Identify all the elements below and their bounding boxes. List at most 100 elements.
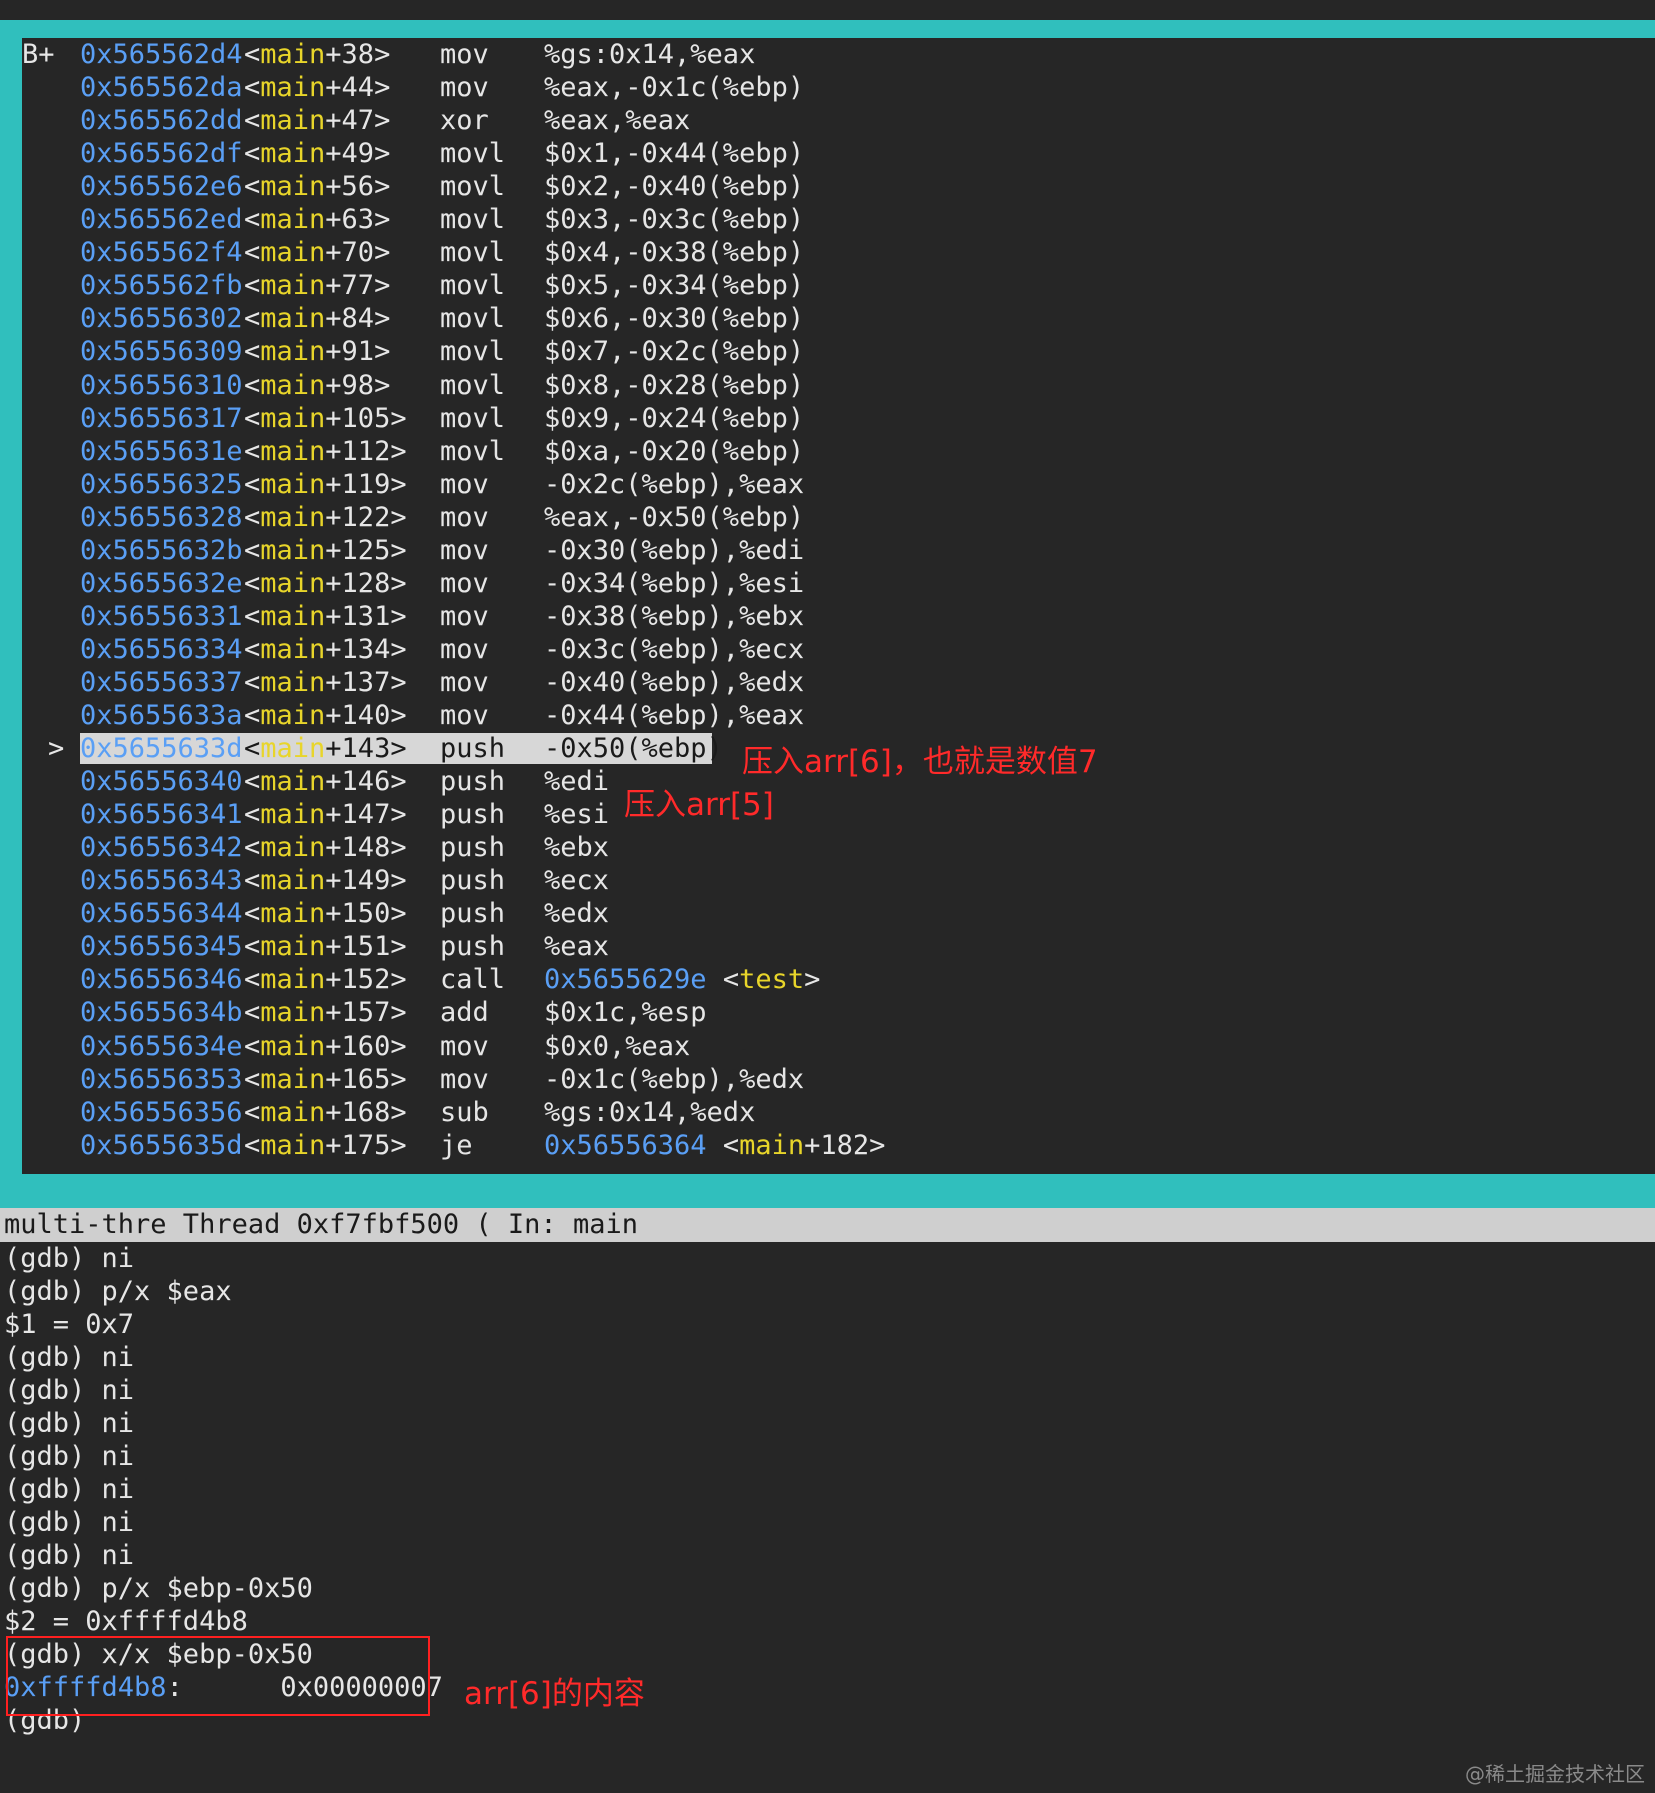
console-text: (gdb) p/x $ebp-0x50 — [4, 1573, 313, 1604]
instruction-address: 0x5655633d — [80, 733, 243, 765]
symbol-open: < — [244, 600, 261, 632]
instruction-address: 0x5655632e — [80, 567, 243, 599]
watermark: @稀土掘金技术社区 — [1465, 1762, 1645, 1786]
offset: +56> — [325, 171, 391, 203]
opcode: mov — [440, 468, 489, 500]
opcode: push — [440, 799, 506, 831]
asm-line[interactable]: B+ 0x565562d4 <main+38> mov %gs:0x14,%eax — [22, 38, 1222, 71]
asm-line[interactable]: 0x56556344 <main+150> push %edx — [22, 897, 1222, 930]
opcode: mov — [440, 534, 489, 566]
asm-line[interactable]: 0x5655635d <main+175> je 0x56556364 <main+1… — [22, 1129, 1222, 1162]
asm-line[interactable]: 0x565562f4 <main+70> movl $0x4,-0x38(%ebp) — [22, 236, 1222, 269]
asm-line[interactable]: 0x565562fb <main+77> movl $0x5,-0x34(%ebp) — [22, 269, 1222, 302]
instruction-address: 0x56556325 — [80, 468, 243, 500]
function-name: main — [260, 666, 326, 698]
asm-line[interactable]: 0x56556325 <main+119> mov -0x2c(%ebp),%eax — [22, 468, 1222, 501]
instruction-address: 0x56556309 — [80, 336, 243, 368]
console-text: (gdb) p/x $eax — [4, 1276, 232, 1307]
operands: $0x4,-0x38(%ebp) — [544, 237, 805, 269]
symbol-open: < — [244, 766, 261, 798]
opcode: push — [440, 898, 506, 930]
operands: -0x50(%ebp) — [544, 733, 723, 765]
asm-line[interactable]: 0x56556342 <main+148> push %ebx — [22, 831, 1222, 864]
symbol-offset: <main+175> — [244, 1129, 407, 1162]
instruction-address: 0x5655634e — [80, 1030, 243, 1062]
symbol-open: < — [244, 1129, 261, 1161]
symbol-offset: <main+105> — [244, 402, 407, 435]
instruction-address: 0x56556331 — [80, 600, 243, 632]
function-name: main — [260, 766, 326, 798]
asm-line[interactable]: 0x5655634e <main+160> mov $0x0,%eax — [22, 1030, 1222, 1063]
asm-line[interactable]: 0x56556345 <main+151> push %eax — [22, 930, 1222, 963]
asm-line[interactable]: 0x56556328 <main+122> mov %eax,-0x50(%ebp) — [22, 501, 1222, 534]
instruction-address: 0x565562e6 — [80, 171, 243, 203]
symbol-offset: <main+63> — [244, 203, 390, 236]
offset: +98> — [325, 369, 391, 401]
symbol-offset: <main+125> — [244, 534, 407, 567]
status-bar: multi-thre Thread 0xf7fbf500 ( In: main — [0, 1208, 1655, 1242]
instruction-address: 0x565562fb — [80, 270, 243, 302]
asm-line[interactable]: 0x5655632e <main+128> mov -0x34(%ebp),%esi — [22, 567, 1222, 600]
target-function: main — [739, 1129, 805, 1161]
asm-line[interactable]: 0x56556331 <main+131> mov -0x38(%ebp),%ebx — [22, 600, 1222, 633]
instruction-address: 0x56556310 — [80, 369, 243, 401]
function-name: main — [260, 567, 326, 599]
function-name: main — [260, 435, 326, 467]
console-line: (gdb) p/x $ebp-0x50 — [4, 1572, 1644, 1605]
console-text: (gdb) ni — [4, 1540, 135, 1571]
offset: +148> — [325, 832, 407, 864]
asm-line[interactable]: 0x56556337 <main+137> mov -0x40(%ebp),%edx — [22, 666, 1222, 699]
symbol-offset: <main+98> — [244, 369, 390, 402]
asm-line[interactable]: 0x56556310 <main+98> movl $0x8,-0x28(%ebp) — [22, 369, 1222, 402]
offset: +150> — [325, 898, 407, 930]
asm-line[interactable]: 0x5655633a <main+140> mov -0x44(%ebp),%eax — [22, 699, 1222, 732]
symbol-offset: <main+84> — [244, 302, 390, 335]
asm-line[interactable]: 0x56556353 <main+165> mov -0x1c(%ebp),%edx — [22, 1063, 1222, 1096]
instruction-address: 0x5655633a — [80, 700, 243, 731]
offset: +91> — [325, 336, 391, 368]
symbol-open: < — [244, 336, 261, 368]
target-function: test — [739, 964, 805, 996]
console-text: (gdb) ni — [4, 1375, 135, 1406]
asm-line[interactable]: 0x56556343 <main+149> push %ecx — [22, 864, 1222, 897]
opcode: push — [440, 865, 506, 897]
opcode: movl — [440, 237, 506, 269]
asm-line[interactable]: 0x56556356 <main+168> sub %gs:0x14,%edx — [22, 1096, 1222, 1129]
target-address: 0x56556364 — [544, 1129, 707, 1161]
instruction-address: 0x5655632b — [80, 534, 243, 566]
function-name: main — [260, 633, 326, 665]
symbol-offset: <main+119> — [244, 468, 407, 501]
operands: $0x6,-0x30(%ebp) — [544, 303, 805, 335]
function-name: main — [260, 832, 326, 864]
function-name: main — [260, 237, 326, 269]
asm-line[interactable]: 0x56556334 <main+134> mov -0x3c(%ebp),%ecx — [22, 633, 1222, 666]
asm-line[interactable]: 0x5655631e <main+112> movl $0xa,-0x20(%ebp) — [22, 435, 1222, 468]
symbol-open: < — [244, 633, 261, 665]
asm-line[interactable]: 0x565562ed <main+63> movl $0x3,-0x3c(%ebp) — [22, 203, 1222, 236]
asm-line[interactable]: 0x565562e6 <main+56> movl $0x2,-0x40(%ebp) — [22, 170, 1222, 203]
asm-line[interactable]: 0x565562da <main+44> mov %eax,-0x1c(%ebp) — [22, 71, 1222, 104]
disassembly-panel[interactable]: B+ 0x565562d4 <main+38> mov %gs:0x14,%eax 0x5… — [20, 38, 1655, 1174]
symbol-open: < — [244, 567, 261, 599]
operands: -0x44(%ebp),%eax — [544, 700, 805, 731]
function-name: main — [260, 1129, 326, 1161]
offset: +105> — [325, 402, 407, 434]
operands: $0xa,-0x20(%ebp) — [544, 435, 805, 467]
annotation-push-arr6: 压入arr[6]，也就是数值7 — [742, 744, 1098, 780]
asm-line[interactable]: 0x5655634b <main+157> add $0x1c,%esp — [22, 996, 1222, 1029]
operands: 0x5655629e <test> — [544, 963, 820, 996]
operands: %ecx — [544, 865, 610, 897]
asm-line[interactable]: 0x565562df <main+49> movl $0x1,-0x44(%ebp) — [22, 137, 1222, 170]
asm-line[interactable]: 0x56556317 <main+105> movl $0x9,-0x24(%ebp) — [22, 402, 1222, 435]
asm-line[interactable]: 0x5655632b <main+125> mov -0x30(%ebp),%edi — [22, 534, 1222, 567]
asm-line[interactable]: 0x56556302 <main+84> movl $0x6,-0x30(%ebp) — [22, 302, 1222, 335]
opcode: movl — [440, 171, 506, 203]
asm-line[interactable]: 0x56556309 <main+91> movl $0x7,-0x2c(%ebp) — [22, 335, 1222, 368]
operands: $0x1c,%esp — [544, 997, 707, 1029]
asm-line[interactable]: 0x56556341 <main+147> push %esi — [22, 798, 1222, 831]
highlight-box — [6, 1636, 430, 1716]
symbol-offset: <main+134> — [244, 633, 407, 666]
asm-line[interactable]: 0x56556346 <main+152> call 0x5655629e <test… — [22, 963, 1222, 996]
instruction-address: 0x56556302 — [80, 303, 243, 335]
asm-line[interactable]: 0x565562dd <main+47> xor %eax,%eax — [22, 104, 1222, 137]
